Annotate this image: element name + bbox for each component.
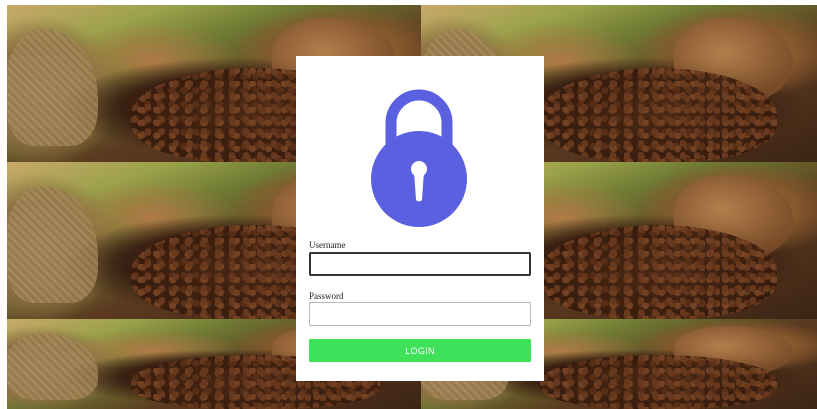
login-panel: Username Password LOGIN: [296, 56, 544, 381]
padlock-icon: [371, 89, 467, 227]
username-input[interactable]: [309, 252, 531, 276]
password-input[interactable]: [309, 302, 531, 326]
password-label: Password: [309, 291, 344, 301]
username-label: Username: [309, 240, 346, 250]
login-button[interactable]: LOGIN: [309, 339, 531, 362]
